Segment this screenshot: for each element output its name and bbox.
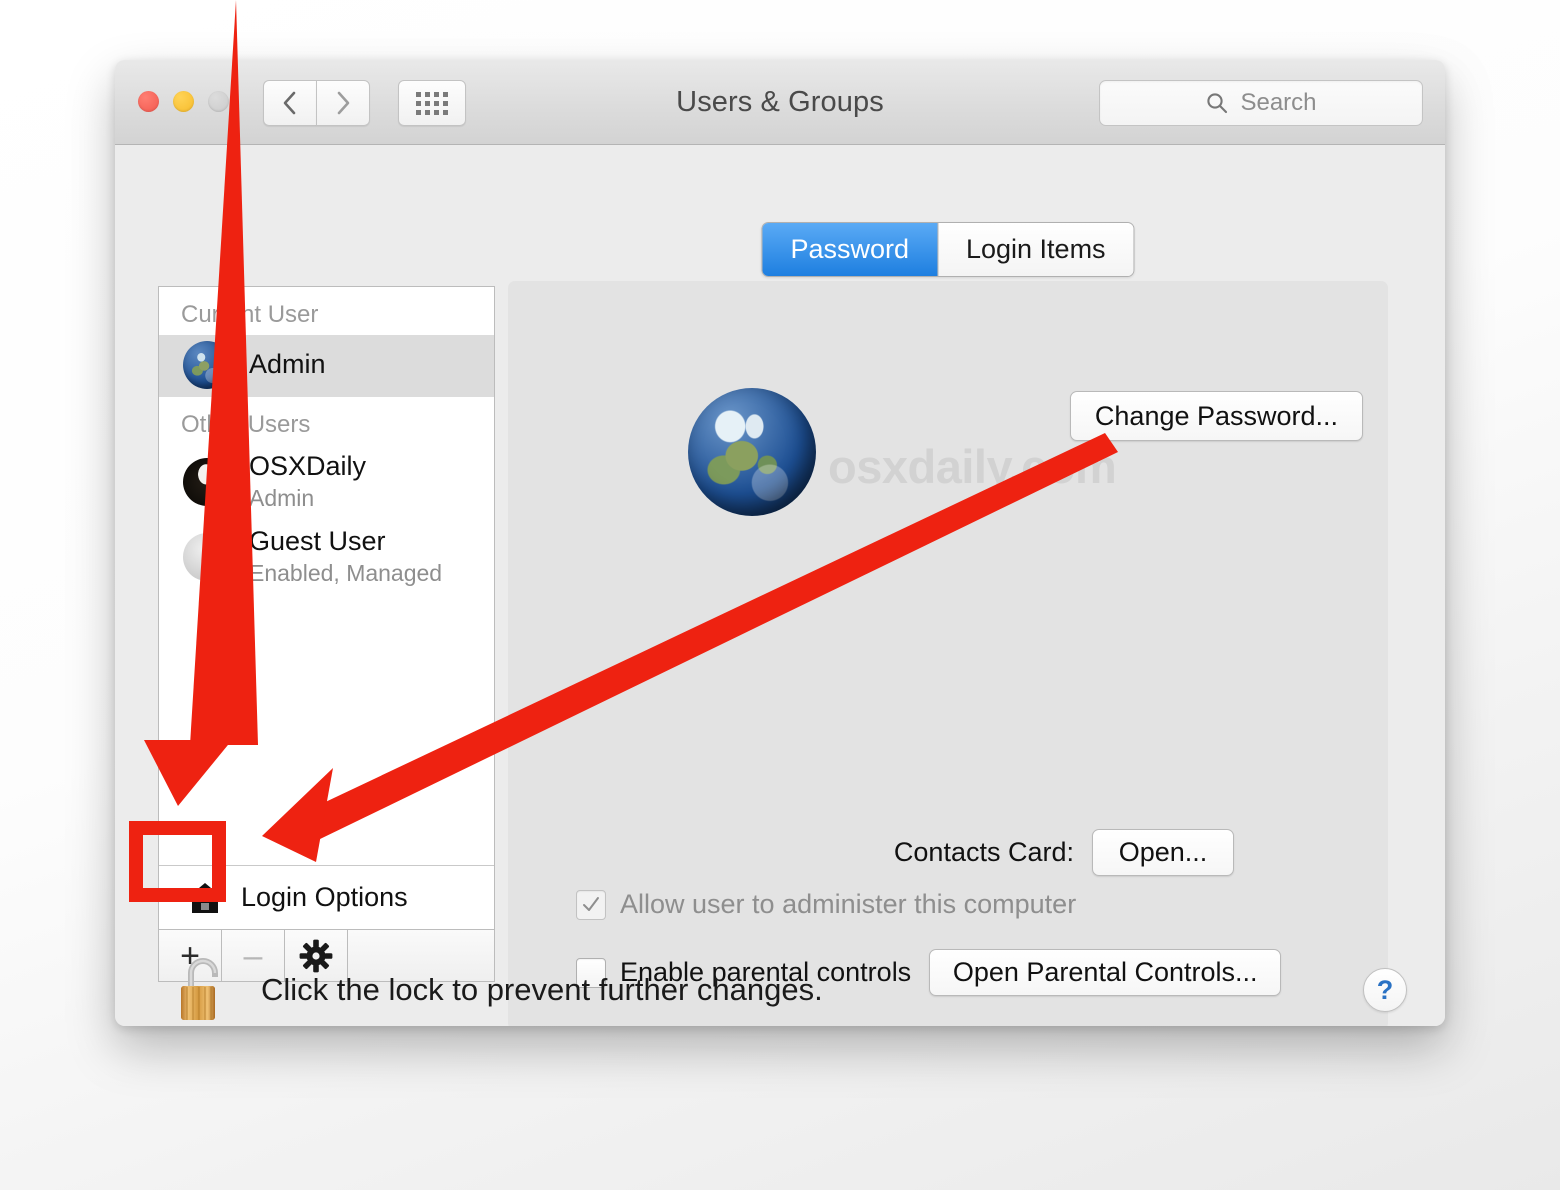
user-row-osxdaily[interactable]: OSXDaily Admin: [159, 445, 494, 520]
user-name: OSXDaily: [249, 451, 367, 481]
search-placeholder: Search: [1240, 89, 1317, 116]
open-contacts-card-button[interactable]: Open...: [1092, 829, 1234, 876]
unlocked-padlock-icon[interactable]: [177, 955, 233, 1025]
change-password-button[interactable]: Change Password...: [1070, 391, 1363, 441]
tab-password[interactable]: Password: [762, 223, 937, 276]
allow-admin-row[interactable]: Allow user to administer this computer: [576, 889, 1076, 920]
lock-message: Click the lock to prevent further change…: [261, 972, 823, 1007]
watermark-text: osxdaily.com: [828, 440, 1117, 493]
group-header-current-user: Current User: [181, 301, 319, 328]
user-name: Admin: [249, 349, 326, 380]
search-icon: [1207, 93, 1228, 114]
contacts-card-label: Contacts Card:: [893, 837, 1074, 867]
group-header-other-users: Other Users: [181, 411, 311, 438]
user-name: Guest User: [249, 526, 386, 557]
window-body: Current User Admin Other Users OSXDaily …: [115, 145, 1445, 1026]
tab-bar: Password Login Items: [761, 222, 1135, 277]
open-parental-controls-button[interactable]: Open Parental Controls...: [929, 949, 1282, 996]
earth-avatar-icon: [183, 341, 231, 389]
user-picture[interactable]: [688, 388, 816, 516]
user-subtitle: Admin: [249, 484, 315, 511]
guest-avatar-icon: [183, 533, 231, 582]
password-panel: Password Login Items osxdaily.com Change…: [508, 222, 1388, 1026]
user-row-guest[interactable]: Guest User Enabled, Managed: [159, 520, 494, 595]
user-row-admin[interactable]: Admin: [159, 335, 494, 397]
allow-admin-label: Allow user to administer this computer: [620, 889, 1077, 919]
system-preferences-window: Users & Groups Search Current User Admin: [115, 60, 1445, 1026]
contacts-card-row: Contacts Card: Open...: [508, 829, 1388, 876]
eagle-avatar-icon: [183, 457, 231, 506]
allow-admin-checkbox[interactable]: [576, 889, 606, 920]
window-titlebar: Users & Groups Search: [115, 60, 1445, 145]
screenshot-stage: Users & Groups Search Current User Admin: [0, 0, 1560, 1190]
lock-row[interactable]: Click the lock to prevent further change…: [177, 955, 823, 1025]
user-subtitle: Enabled, Managed: [249, 560, 443, 587]
tab-login-items[interactable]: Login Items: [936, 223, 1134, 276]
login-options-label: Login Options: [241, 882, 408, 912]
search-input[interactable]: Search: [1099, 80, 1423, 126]
checkmark-icon: [583, 896, 599, 911]
add-user-button-highlight: [129, 821, 226, 902]
help-button[interactable]: ?: [1363, 968, 1407, 1012]
